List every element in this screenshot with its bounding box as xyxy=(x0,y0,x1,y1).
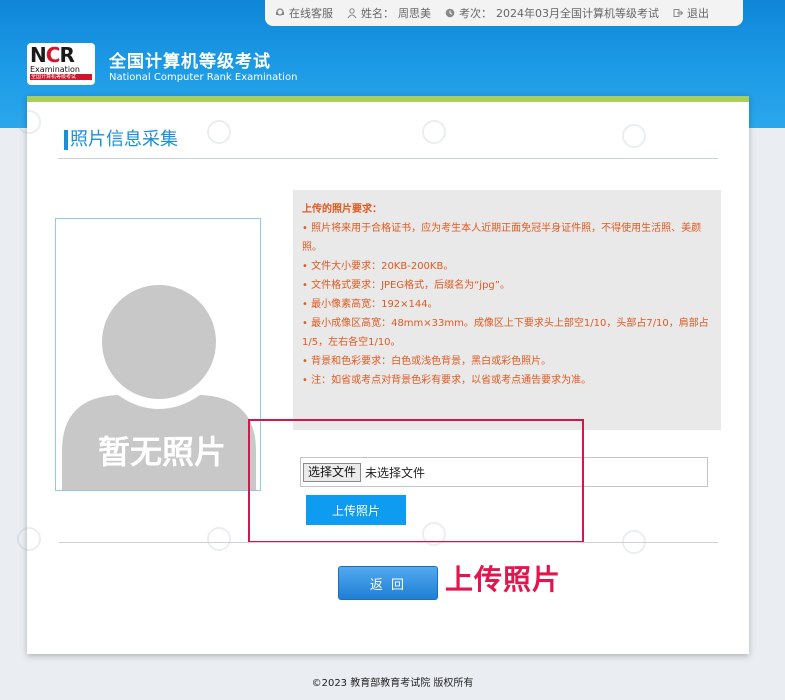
bottom-divider xyxy=(59,542,718,543)
online-service-label[interactable]: 在线客服 xyxy=(289,5,333,21)
headset-icon xyxy=(276,8,284,16)
back-button[interactable]: 返 回 xyxy=(338,566,438,600)
site-title: 全国计算机等级考试 xyxy=(109,52,271,72)
user-name: 姓名： 周思美 xyxy=(347,5,431,21)
title-divider xyxy=(58,158,718,159)
user-icon xyxy=(347,8,357,18)
exam-value: 2024年03月全国计算机等级考试 xyxy=(496,7,659,20)
online-service-link[interactable]: 在线客服 xyxy=(275,5,333,21)
exam-label: 考次： xyxy=(459,7,492,20)
watermark-logo xyxy=(207,527,235,551)
photo-requirements: 上传的照片要求： • 照片将来用于合格证书，应为考生本人近期正面免冠半身证件照，… xyxy=(293,190,721,430)
main-panel: 照片信息采集 暂无照片 上传的照片要求： • 照片将来用于合格证书，应为考生本人… xyxy=(17,96,749,654)
ncre-logo: NCR Examination 全国计算机等级考试 xyxy=(27,43,95,85)
logo-subtext-cn: 全国计算机等级考试 xyxy=(30,74,92,80)
requirement-item: • 注：如省或考点对背景色彩有要求，以省或考点通告要求为准。 xyxy=(302,375,592,386)
watermark-logo xyxy=(422,120,450,144)
logo-subtext: Examination xyxy=(30,65,81,74)
name-label: 姓名： xyxy=(361,7,394,20)
requirements-title: 上传的照片要求： xyxy=(302,204,382,215)
no-photo-text: 暂无照片 xyxy=(98,433,226,471)
logout-icon xyxy=(673,9,683,17)
requirement-item: • 文件大小要求：20KB-200KB。 xyxy=(302,261,454,272)
clock-icon xyxy=(445,8,455,18)
watermark-logo xyxy=(207,120,235,144)
watermark-logo xyxy=(17,527,45,551)
requirement-item: • 照片将来用于合格证书，应为考生本人近期正面免冠半身证件照，不得使用生活照、美… xyxy=(302,223,702,253)
logout-label[interactable]: 退出 xyxy=(687,5,709,21)
requirement-item: • 背景和色彩要求：白色或浅色背景，黑白或彩色照片。 xyxy=(302,356,552,367)
requirement-item: • 最小像素高宽：192×144。 xyxy=(302,299,438,310)
watermark-logo xyxy=(622,124,650,148)
requirement-item: • 最小成像区高宽：48mm×33mm。成像区上下要求头上部空1/10，头部占7… xyxy=(302,318,709,348)
site-subtitle: National Computer Rank Examination xyxy=(109,72,298,83)
photo-preview: 暂无照片 xyxy=(55,218,261,491)
footer-copyright: ©2023 教育部教育考试院 版权所有 xyxy=(311,678,474,689)
exam-session: 考次： 2024年03月全国计算机等级考试 xyxy=(445,5,659,21)
logo-mark: NCR xyxy=(30,43,75,67)
avatar-placeholder-icon: 暂无照片 xyxy=(62,285,256,490)
requirement-item: • 文件格式要求：JPEG格式，后缀名为“jpg”。 xyxy=(302,280,510,291)
page-title: 照片信息采集 xyxy=(64,130,178,150)
name-value: 周思美 xyxy=(398,7,431,20)
logout-link[interactable]: 退出 xyxy=(673,5,709,21)
top-user-bar: 在线客服 姓名： 周思美 考次： 2024年03月全国计算机等级考试 退出 xyxy=(265,0,743,26)
upload-annotation: 上传照片 xyxy=(445,563,562,596)
upload-highlight-box xyxy=(248,419,584,543)
